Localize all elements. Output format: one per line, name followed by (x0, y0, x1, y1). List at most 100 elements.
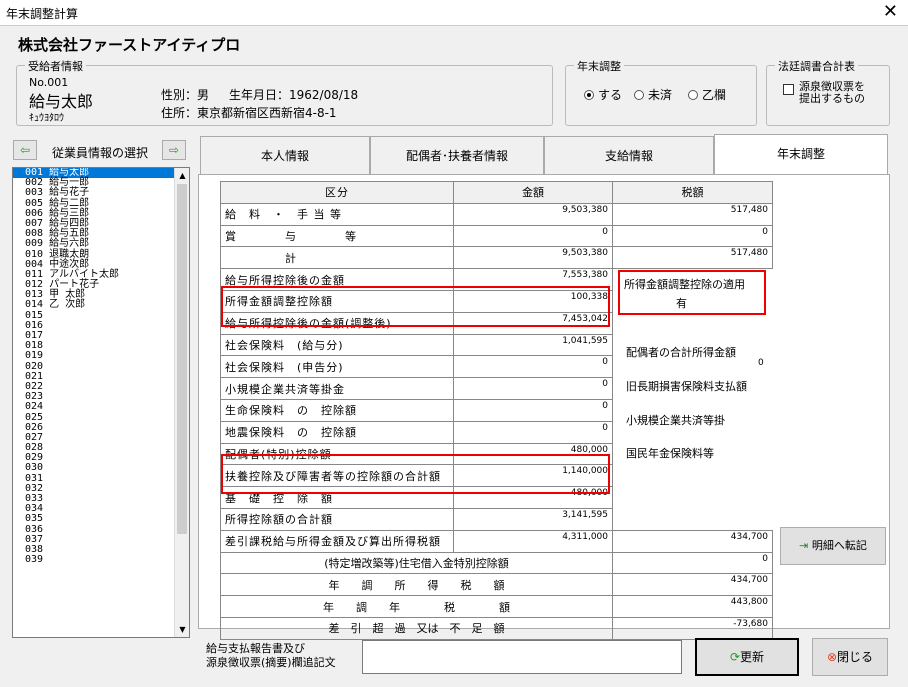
row-label: 計 (220, 246, 454, 270)
update-button[interactable]: ⟳更新 (695, 638, 799, 676)
company-name: 株式会社ファーストアイティプロ (18, 36, 241, 54)
scroll-down-icon[interactable]: ▼ (175, 622, 189, 637)
row-tax: 443,800 (612, 595, 773, 618)
close-button[interactable]: ⊗閉じる (812, 638, 888, 676)
recipient-info-legend: 受給者情報 (25, 58, 86, 74)
tab-year-end[interactable]: 年末調整 (714, 134, 888, 174)
year-end-radio-otsu[interactable]: 乙欄 (688, 86, 726, 103)
radio-icon (634, 90, 644, 100)
table-row: (特定増改築等)住宅借入金特別控除額 0 (220, 551, 773, 575)
radio-icon (688, 90, 698, 100)
table-row: 差 引 超 過 又は 不 足 額 -73,680 (220, 616, 773, 640)
row-label: 年 調 所 得 税 額 (220, 573, 613, 597)
recipient-address: 住所：東京都新宿区西新宿4-8-1 (161, 106, 337, 120)
transfer-icon: ⇥ (799, 539, 809, 552)
row-label: (特定増改築等)住宅借入金特別控除額 (220, 551, 613, 575)
radio-selected-icon (584, 90, 594, 100)
table-row: 年 調 所 得 税 額 434,700 (220, 573, 773, 597)
row-label: 差引課税給与所得金額及び算出所得税額 (220, 529, 454, 553)
recipient-gender: 性別：男 (161, 88, 210, 102)
old-insurance-label: 旧長期損害保険料支払額 (626, 380, 747, 393)
row-tax: 0 (612, 551, 773, 575)
legal-summary-legend: 法廷調書合計表 (775, 58, 858, 74)
scroll-up-icon[interactable]: ▲ (175, 168, 189, 183)
row-label: 社会保険料 (給与分) (220, 333, 454, 357)
row-label: 地震保険料 の 控除額 (220, 420, 454, 444)
employee-list[interactable]: 001 給与太郎 002 給与一郎 003 給与花子 005 給与二郎 006 給与三郎… (12, 167, 190, 638)
year-end-radio-do[interactable]: する (584, 86, 622, 103)
header-category: 区分 (220, 181, 454, 204)
row-amount: 0 (453, 355, 613, 379)
row-tax: 434,700 (612, 573, 773, 597)
header-tax: 税額 (612, 181, 773, 204)
prev-employee-button[interactable]: ⇦ (13, 140, 37, 160)
list-item[interactable]: 024 (13, 402, 189, 412)
employee-select-label: 従業員情報の選択 (52, 146, 149, 160)
table-row: 賞 与 等00 (220, 224, 773, 248)
list-item[interactable]: 009 給与六郎 (13, 239, 189, 249)
row-tax: 517,480 (612, 246, 773, 270)
row-label: 所得控除額の合計額 (220, 507, 454, 531)
spouse-income-value: 0 (758, 358, 764, 368)
row-amount: 4,311,000 (453, 529, 613, 553)
income-adjustment-highlight (221, 286, 610, 327)
tab-payment-info[interactable]: 支給情報 (544, 136, 714, 174)
row-label: 給 料 ・ 手 当 等 (220, 202, 454, 226)
row-amount: 3,141,595 (453, 507, 613, 531)
year-end-group: 年末調整 する 未済 乙欄 (565, 58, 757, 126)
row-amount: 0 (453, 420, 613, 444)
row-amount: 9,503,380 (453, 202, 613, 226)
footer-note-label: 給与支払報告書及び 源泉徴収票(摘要)欄追記文 (206, 642, 336, 669)
row-tax: 0 (612, 224, 773, 248)
submit-checkbox-label: 源泉徴収票を 提出するもの (799, 80, 865, 105)
transfer-button[interactable]: ⇥ 明細へ転記 (780, 527, 886, 565)
row-amount: 0 (453, 224, 613, 248)
window-title: 年末調整計算 (6, 7, 79, 21)
row-amount: 0 (453, 398, 613, 422)
row-amount: 9,503,380 (453, 246, 613, 270)
row-label: 小規模企業共済等掛金 (220, 377, 454, 400)
checkbox-icon (783, 84, 794, 95)
row-label: 賞 与 等 (220, 224, 454, 248)
close-icon[interactable]: ✕ (883, 1, 898, 22)
arrow-right-icon: ⇨ (168, 143, 180, 157)
row-amount: 0 (453, 377, 613, 400)
recipient-info-group: 受給者情報 No.001 給与太郎 ｷｭｳﾖﾀﾛｳ 性別：男 生年月日：1962… (16, 58, 553, 126)
refresh-icon: ⟳ (729, 650, 741, 664)
row-label: 生命保険料 の 控除額 (220, 398, 454, 422)
employee-list-scrollbar[interactable]: ▲ ▼ (174, 168, 189, 637)
next-employee-button[interactable]: ⇨ (162, 140, 186, 160)
row-label: 差 引 超 過 又は 不 足 額 (220, 616, 613, 640)
footer-note-input[interactable] (362, 640, 682, 674)
pension-label: 国民年金保険料等 (626, 447, 714, 460)
row-label: 社会保険料 (申告分) (220, 355, 454, 379)
spouse-income-label: 配偶者の合計所得金額 (626, 346, 736, 359)
row-amount: 1,041,595 (453, 333, 613, 357)
legal-summary-group: 法廷調書合計表 源泉徴収票を 提出するもの (766, 58, 890, 126)
title-bar: 年末調整計算 ✕ (0, 0, 908, 26)
employee-list-items: 001 給与太郎 002 給与一郎 003 給与花子 005 給与二郎 006 給与三郎… (13, 168, 189, 565)
year-end-legend: 年末調整 (574, 58, 624, 74)
small-biz-label: 小規模企業共済等掛 (626, 414, 725, 427)
close-circle-icon: ⊗ (826, 650, 838, 664)
row-tax: 517,480 (612, 202, 773, 226)
row-tax: 434,700 (612, 529, 773, 553)
table-header: 区分 金額 税額 (220, 181, 773, 204)
table-row: 計 9,503,380 517,480 (220, 246, 773, 270)
tab-personal-info[interactable]: 本人情報 (200, 136, 370, 174)
adjustment-highlight (618, 270, 766, 315)
year-end-calc-table: 区分 金額 税額 給 料 ・ 手 当 等 9,503,380 517,480 賞 与 … (220, 181, 773, 640)
table-row: 給 料 ・ 手 当 等 9,503,380 517,480 (220, 202, 773, 226)
scroll-thumb[interactable] (177, 184, 187, 534)
recipient-birthdate: 生年月日：1962/08/18 (229, 88, 359, 102)
table-row: 差引課税給与所得金額及び算出所得税額 4,311,000 434,700 (220, 529, 773, 553)
list-item[interactable]: 039 (13, 554, 189, 565)
table-row: 年 調 年 税 額 443,800 (220, 595, 773, 618)
recipient-kana: ｷｭｳﾖﾀﾛｳ (29, 113, 64, 124)
year-end-radio-pending[interactable]: 未済 (634, 86, 672, 103)
submit-checkbox[interactable] (783, 84, 794, 97)
row-tax: -73,680 (612, 616, 773, 640)
deduction-highlight (221, 454, 610, 494)
row-label: 年 調 年 税 額 (220, 595, 613, 618)
tab-spouse-dependents[interactable]: 配偶者･扶養者情報 (370, 136, 544, 174)
